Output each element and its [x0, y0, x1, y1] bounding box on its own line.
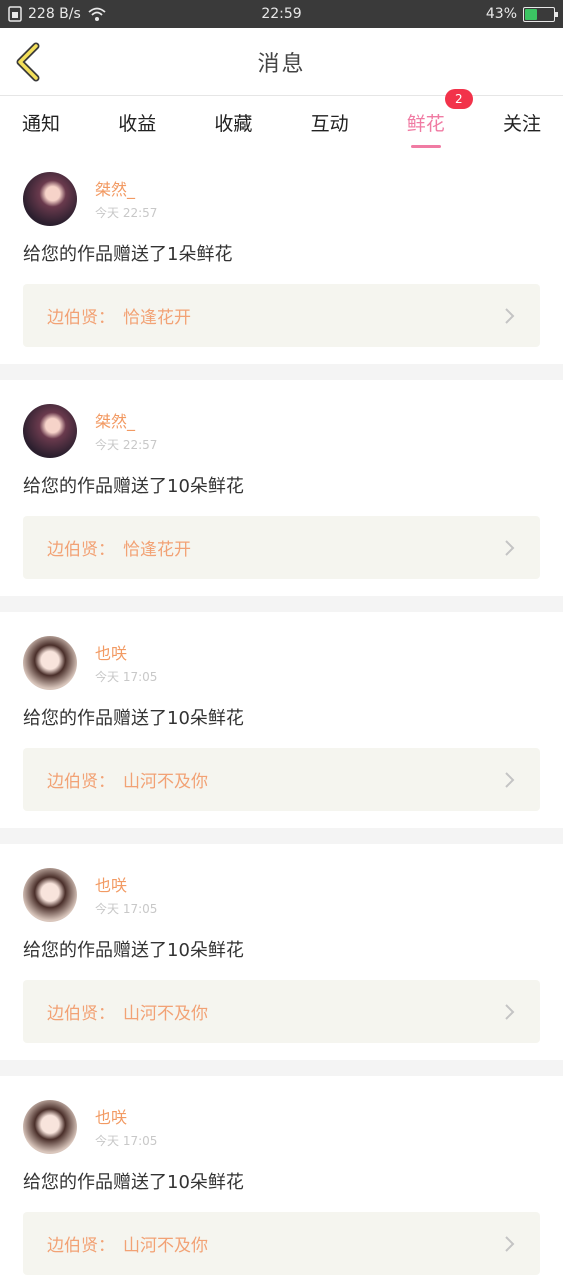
- work-link[interactable]: 边伯贤： 恰逢花开: [23, 516, 540, 579]
- work-title: 恰逢花开: [123, 540, 191, 560]
- divider: [0, 828, 563, 844]
- tab-favorites[interactable]: 收藏: [214, 103, 252, 142]
- item-meta: 也咲 今天 17:05: [95, 1100, 157, 1149]
- work-prefix: 边伯贤：: [47, 540, 115, 560]
- tab-notice[interactable]: 通知: [22, 103, 60, 142]
- tab-bar: 通知 收益 收藏 互动 鲜花 2 关注: [0, 88, 563, 148]
- work-title: 山河不及你: [123, 1236, 208, 1256]
- timestamp: 今天 17:05: [95, 1134, 158, 1148]
- avatar[interactable]: [23, 172, 77, 226]
- list-item: 桀然_ 今天 22:57 给您的作品赠送了10朵鲜花 边伯贤： 恰逢花开: [0, 380, 563, 596]
- tab-interaction[interactable]: 互动: [311, 103, 349, 142]
- page-title: 消息: [257, 51, 306, 77]
- tab-label: 通知: [22, 112, 61, 135]
- message-list: 桀然_ 今天 22:57 给您的作品赠送了1朵鲜花 边伯贤： 恰逢花开 桀然_ …: [0, 148, 563, 1280]
- message-text: 给您的作品赠送了10朵鲜花: [23, 708, 244, 729]
- divider: [0, 596, 563, 612]
- chevron-right-icon: [505, 307, 515, 324]
- work-prefix: 边伯贤：: [47, 1236, 115, 1256]
- tab-income[interactable]: 收益: [118, 103, 156, 142]
- username[interactable]: 也咲: [95, 640, 157, 664]
- message-text: 给您的作品赠送了10朵鲜花: [23, 476, 244, 497]
- avatar[interactable]: [23, 1100, 77, 1154]
- tab-flowers[interactable]: 鲜花 2: [406, 88, 473, 142]
- timestamp: 今天 17:05: [95, 670, 158, 684]
- item-header: 桀然_ 今天 22:57: [23, 404, 540, 458]
- username[interactable]: 桀然_: [95, 176, 157, 200]
- avatar[interactable]: [23, 404, 77, 458]
- tab-label: 鲜花: [406, 112, 445, 135]
- username[interactable]: 也咲: [95, 1104, 157, 1128]
- battery-icon: [523, 6, 558, 22]
- item-header: 也咲 今天 17:05: [23, 868, 540, 922]
- username[interactable]: 也咲: [95, 872, 157, 896]
- avatar[interactable]: [23, 636, 77, 690]
- divider: [0, 364, 563, 380]
- list-item: 也咲 今天 17:05 给您的作品赠送了10朵鲜花 边伯贤： 山河不及你: [0, 844, 563, 1060]
- divider: [0, 1060, 563, 1076]
- tab-label: 关注: [502, 112, 541, 135]
- work-prefix: 边伯贤：: [47, 308, 115, 328]
- chevron-right-icon: [505, 1235, 515, 1252]
- item-header: 也咲 今天 17:05: [23, 636, 540, 690]
- work-title: 山河不及你: [123, 1004, 208, 1024]
- work-prefix: 边伯贤：: [47, 772, 115, 792]
- item-meta: 桀然_ 今天 22:57: [95, 404, 157, 453]
- message-text: 给您的作品赠送了10朵鲜花: [23, 1172, 244, 1193]
- work-link[interactable]: 边伯贤： 山河不及你: [23, 748, 540, 811]
- back-button[interactable]: [14, 42, 44, 82]
- timestamp: 今天 22:57: [95, 438, 158, 452]
- work-title: 山河不及你: [123, 772, 208, 792]
- clock: 22:59: [261, 6, 302, 22]
- item-meta: 也咲 今天 17:05: [95, 636, 157, 685]
- item-meta: 也咲 今天 17:05: [95, 868, 157, 917]
- tab-following[interactable]: 关注: [503, 103, 541, 142]
- message-text: 给您的作品赠送了1朵鲜花: [23, 244, 233, 265]
- tab-label: 收益: [118, 112, 157, 135]
- work-prefix: 边伯贤：: [47, 1004, 115, 1024]
- chevron-right-icon: [505, 1003, 515, 1020]
- item-header: 桀然_ 今天 22:57: [23, 172, 540, 226]
- item-meta: 桀然_ 今天 22:57: [95, 172, 157, 221]
- work-link[interactable]: 边伯贤： 恰逢花开: [23, 284, 540, 347]
- nav-bar: 消息: [0, 28, 563, 96]
- battery-level: [525, 8, 538, 20]
- username[interactable]: 桀然_: [95, 408, 157, 432]
- work-link[interactable]: 边伯贤： 山河不及你: [23, 980, 540, 1043]
- work-link[interactable]: 边伯贤： 山河不及你: [23, 1212, 540, 1275]
- unread-badge: 2: [444, 88, 473, 109]
- list-item: 桀然_ 今天 22:57 给您的作品赠送了1朵鲜花 边伯贤： 恰逢花开: [0, 148, 563, 364]
- item-header: 也咲 今天 17:05: [23, 1100, 540, 1154]
- tab-label: 收藏: [214, 112, 253, 135]
- list-item: 也咲 今天 17:05 给您的作品赠送了10朵鲜花 边伯贤： 山河不及你: [0, 612, 563, 828]
- message-text: 给您的作品赠送了10朵鲜花: [23, 940, 244, 961]
- timestamp: 今天 17:05: [95, 902, 158, 916]
- timestamp: 今天 22:57: [95, 206, 158, 220]
- back-arrow-icon: [16, 42, 40, 82]
- status-bar: 228 B/s 22:59 43%: [0, 0, 563, 28]
- list-item: 也咲 今天 17:05 给您的作品赠送了10朵鲜花 边伯贤： 山河不及你: [0, 1076, 563, 1280]
- work-title: 恰逢花开: [123, 308, 191, 328]
- chevron-right-icon: [505, 539, 515, 556]
- chevron-right-icon: [505, 771, 515, 788]
- tab-label: 互动: [310, 112, 349, 135]
- avatar[interactable]: [23, 868, 77, 922]
